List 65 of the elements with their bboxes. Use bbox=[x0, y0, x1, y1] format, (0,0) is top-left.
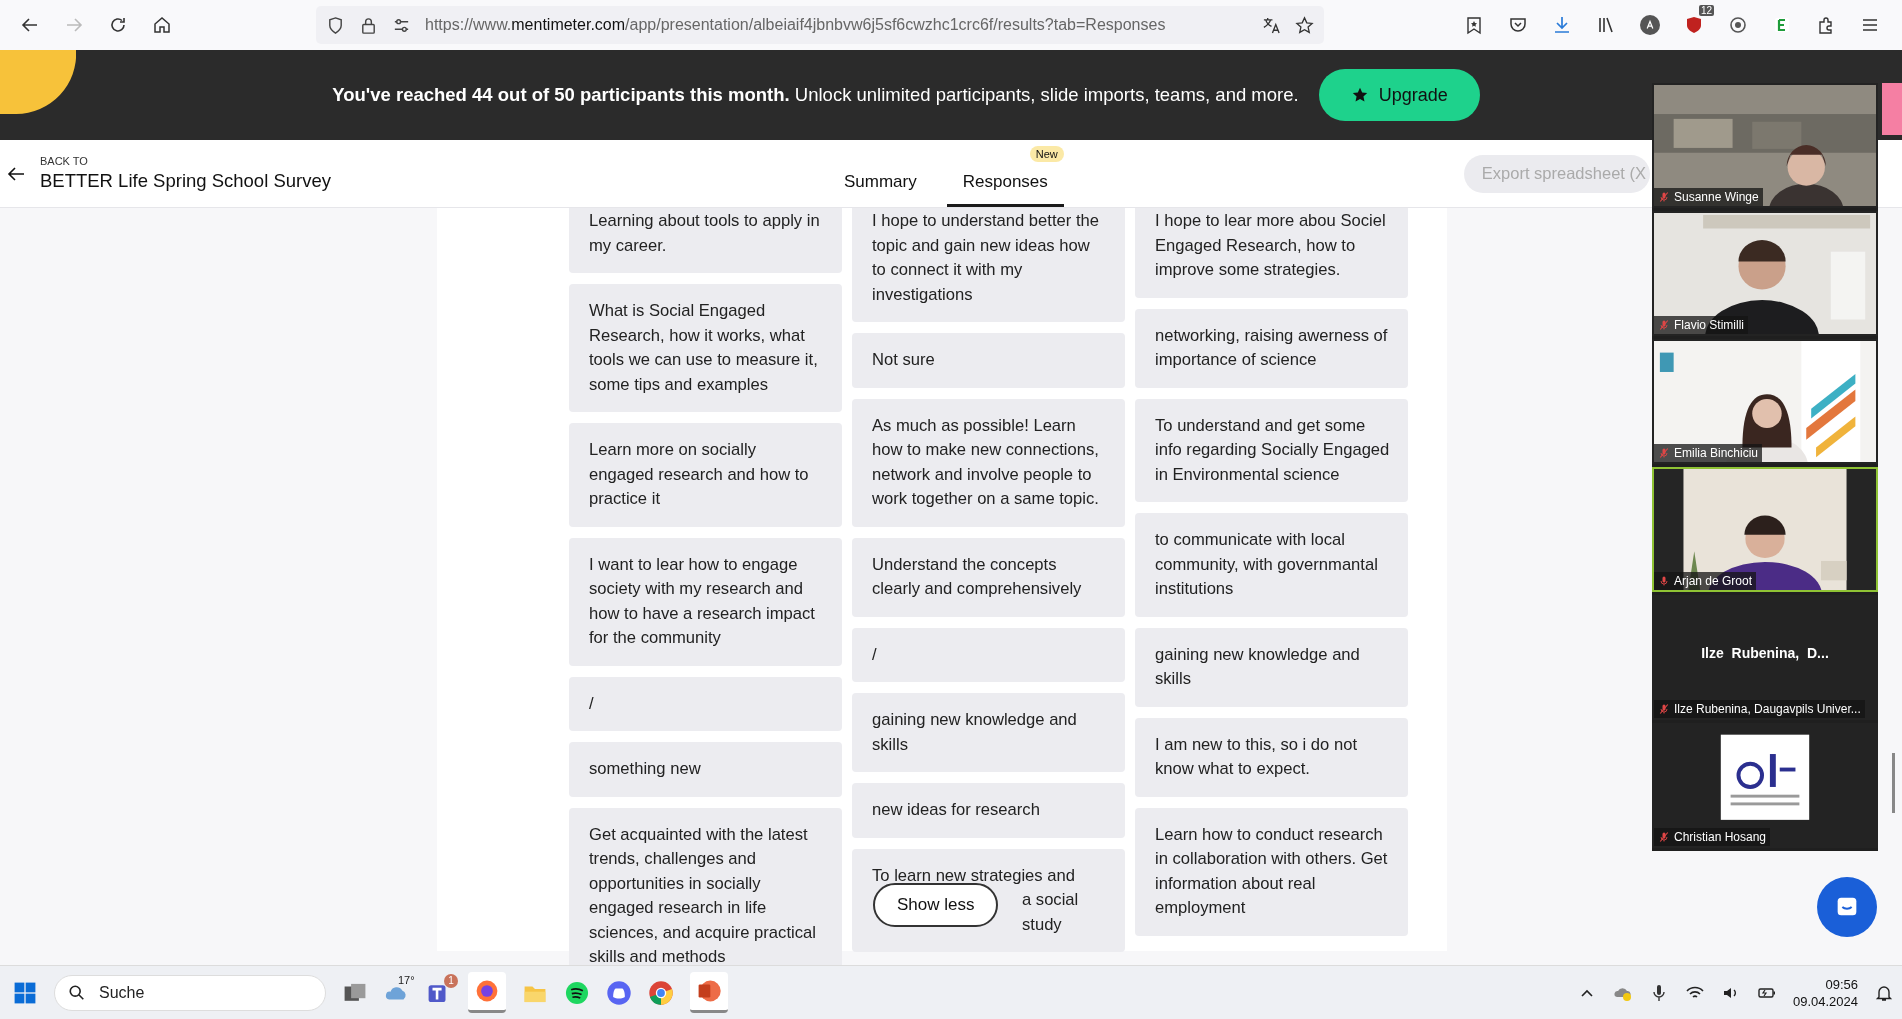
response-card: I hope to lear more abou Sociel Engaged Research, how to improve some strategies. bbox=[1135, 208, 1408, 298]
address-bar[interactable]: https://www.mentimeter.com/app/presentation/albeiaif4jbnbvw6j5sf6cwzhc1crc6f/results?tab=Responses bbox=[316, 6, 1324, 44]
home-icon[interactable] bbox=[152, 15, 172, 35]
clock-time[interactable]: 09:56 bbox=[1825, 975, 1858, 993]
extension-icon[interactable] bbox=[1728, 15, 1748, 35]
response-card: As much as possible! Learn how to make new connections, network and involve people to work together on a same topic. bbox=[852, 398, 1125, 527]
translate-icon[interactable] bbox=[1262, 15, 1281, 35]
tab[interactable]: Summary bbox=[828, 140, 933, 207]
response-card: To understand and get some info regarding Socially Engaged in Environmental science bbox=[1135, 398, 1408, 502]
new-badge: New bbox=[1029, 146, 1064, 162]
search-icon bbox=[68, 983, 86, 1002]
extension-icon[interactable] bbox=[1772, 15, 1792, 35]
response-card: Learning about tools to apply in my career. bbox=[569, 208, 842, 273]
response-card: I am new to this, so i do not know what to expect. bbox=[1135, 717, 1408, 797]
response-card: networking, raising awerness of importance of science bbox=[1135, 308, 1408, 388]
download-icon[interactable] bbox=[1552, 15, 1572, 35]
response-card: something new bbox=[569, 742, 842, 797]
shield-icon[interactable] bbox=[1684, 15, 1704, 35]
response-card: / bbox=[569, 676, 842, 731]
participant-name-label: Arjan de Groot bbox=[1654, 572, 1757, 590]
show-less-button[interactable]: Show less bbox=[873, 883, 999, 927]
survey-title[interactable]: BETTER Life Spring School Survey bbox=[40, 170, 331, 192]
response-card: Get acquainted with the latest trends, challenges and opportunities in socially engaged research in life sciences, and acquire practical skills and methods bbox=[569, 807, 842, 965]
presentation-app-icon[interactable] bbox=[696, 978, 722, 1004]
reload-icon[interactable] bbox=[108, 15, 128, 35]
participant-name-label: Flavio Stimilli bbox=[1654, 316, 1748, 334]
upgrade-button[interactable]: Upgrade bbox=[1318, 69, 1480, 121]
response-card: I hope to understand better the topic and gain new ideas how to connect it with my investigations bbox=[852, 208, 1125, 322]
response-card: I want to lear how to engage society with my research and how to have a research impact for the community bbox=[569, 537, 842, 666]
banner-text: You've reached 44 out of 50 participants this month. Unlock unlimited participants, slide imports, teams, and more. bbox=[332, 84, 1299, 106]
response-card: gaining new knowledge and skills bbox=[852, 693, 1125, 772]
account-avatar[interactable] bbox=[1640, 15, 1660, 35]
response-card: new ideas for research bbox=[852, 783, 1125, 838]
star-icon bbox=[1350, 86, 1369, 104]
response-card: Not sure bbox=[852, 333, 1125, 388]
star-icon[interactable] bbox=[1295, 15, 1314, 35]
library-icon[interactable] bbox=[1596, 15, 1616, 35]
response-card: What is Social Engaged Research, how it works, what tools we can use to measure it, some tips and examples bbox=[569, 284, 842, 412]
search-field[interactable]: Suche bbox=[54, 974, 326, 1011]
participant-name-label: Emilia Binchiciu bbox=[1654, 444, 1763, 462]
response-text: a social study bbox=[1022, 889, 1080, 936]
extension-badge: 12 bbox=[1698, 5, 1714, 16]
participant-display-name: Ilze Rubenina, D... bbox=[1700, 645, 1830, 661]
participant-name-label: Christian Hosang bbox=[1654, 828, 1771, 846]
participant-name-label: Ilze Rubenina, Daugavpils Univer... bbox=[1654, 700, 1865, 718]
notification-badge: 1 bbox=[444, 973, 458, 988]
shield-icon[interactable] bbox=[326, 15, 345, 35]
clock-date[interactable]: 09.04.2024 bbox=[1792, 992, 1858, 1010]
scrollbar-thumb[interactable] bbox=[1892, 753, 1895, 813]
chat-button[interactable] bbox=[1817, 877, 1877, 937]
participant-name-label: Susanne Winge bbox=[1654, 188, 1763, 206]
response-card: Learn how to conduct research in collaboration with others. Get information about real employment bbox=[1135, 807, 1408, 936]
response-card: to communicate with local community, with governmantal institutions bbox=[1135, 513, 1408, 617]
pocket-icon[interactable] bbox=[1508, 15, 1528, 35]
browser-icon[interactable] bbox=[474, 978, 500, 1004]
response-card: gaining new knowledge and skills bbox=[1135, 627, 1408, 707]
temperature-label: 17° bbox=[398, 973, 415, 986]
lock-icon[interactable] bbox=[359, 15, 378, 35]
response-card: / bbox=[852, 627, 1125, 682]
url-text: https://www.mentimeter.com/app/presentation/albeiaif4jbnbvw6j5sf6cwzhc1crc6f/results?tab=Responses bbox=[425, 16, 1166, 34]
music-app-icon[interactable] bbox=[564, 979, 590, 1006]
response-card: Learn more on socially engaged research and how to practice it bbox=[569, 423, 842, 527]
back-label[interactable]: BACK TO bbox=[40, 155, 331, 167]
response-card: Understand the concepts clearly and comprehensively bbox=[852, 537, 1125, 617]
bookmark-star-icon[interactable] bbox=[1464, 15, 1484, 35]
